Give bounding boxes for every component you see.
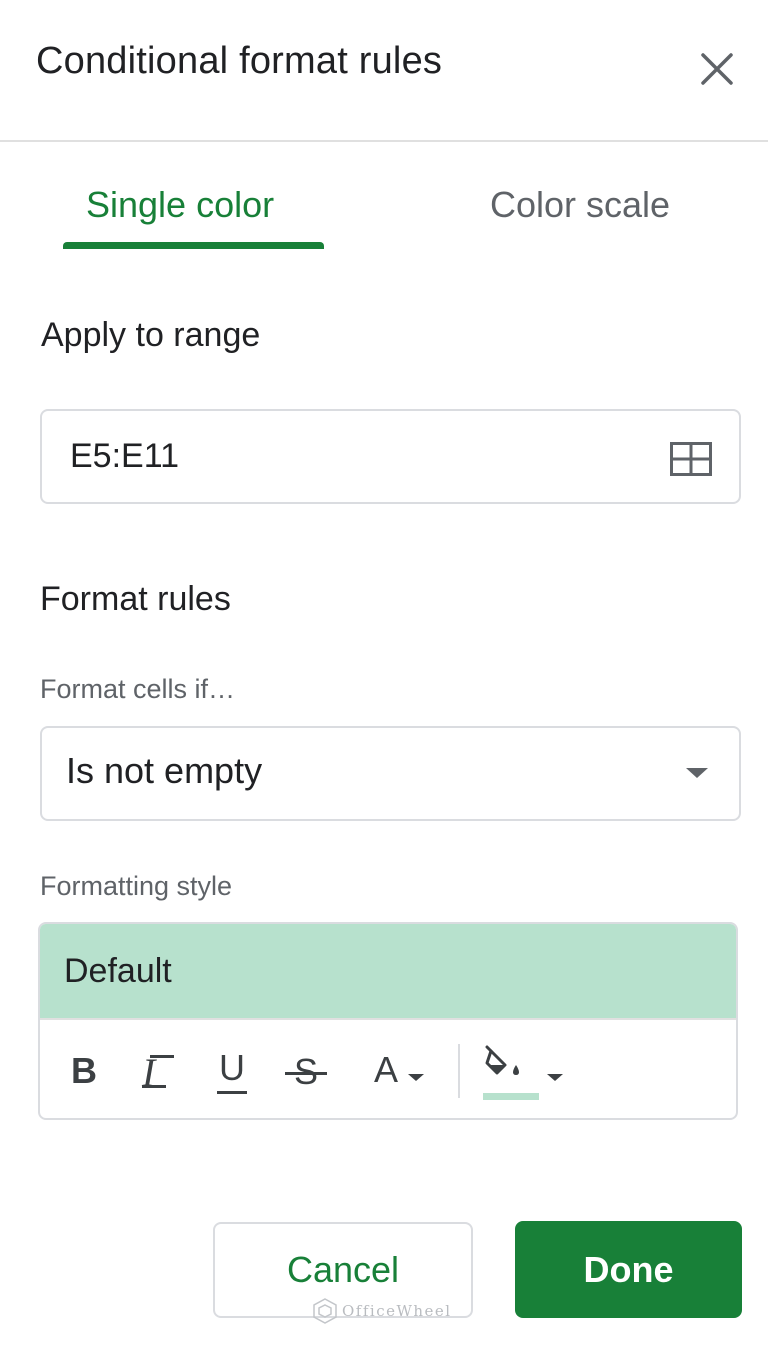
format-cells-if-label: Format cells if… xyxy=(40,674,236,704)
bold-button[interactable]: B xyxy=(58,1046,110,1096)
style-divider xyxy=(40,1018,736,1020)
strikethrough-icon: S xyxy=(284,1054,327,1090)
header-divider xyxy=(0,140,768,142)
text-color-button[interactable]: A xyxy=(358,1042,440,1098)
close-button[interactable] xyxy=(693,45,741,93)
condition-dropdown-value: Is not empty xyxy=(66,750,263,791)
format-rules-title: Format rules xyxy=(40,580,231,618)
formatting-style-box: Default B I U S xyxy=(38,922,738,1120)
panel-title: Conditional format rules xyxy=(36,40,443,82)
close-icon xyxy=(701,53,733,85)
watermark: OfficeWheel xyxy=(312,1298,452,1324)
condition-dropdown[interactable]: Is not empty xyxy=(40,726,741,821)
style-preview[interactable]: Default xyxy=(40,924,736,1020)
bold-icon: B xyxy=(71,1050,97,1091)
underline-icon: U xyxy=(217,1050,247,1094)
tab-single-color[interactable]: Single color xyxy=(86,184,274,226)
italic-button[interactable]: I xyxy=(132,1046,184,1096)
chevron-down-icon xyxy=(686,768,708,778)
italic-icon: I xyxy=(140,1050,176,1095)
strikethrough-button[interactable]: S xyxy=(280,1046,332,1098)
underline-button[interactable]: U xyxy=(206,1044,258,1100)
text-color-icon: A xyxy=(373,1049,398,1090)
active-tab-indicator xyxy=(63,242,324,249)
chevron-down-icon xyxy=(408,1073,424,1081)
paint-bucket-icon xyxy=(483,1043,539,1103)
watermark-text: OfficeWheel xyxy=(342,1302,452,1320)
range-input-value[interactable]: E5:E11 xyxy=(70,437,179,476)
grid-icon[interactable] xyxy=(670,442,712,476)
fill-color-button[interactable] xyxy=(478,1042,568,1104)
toolbar-divider xyxy=(458,1044,460,1098)
style-preview-text: Default xyxy=(64,952,172,990)
formatting-style-label: Formatting style xyxy=(40,871,233,901)
watermark-logo-icon xyxy=(313,1298,337,1324)
done-button[interactable]: Done xyxy=(515,1221,742,1318)
chevron-down-icon xyxy=(547,1073,563,1081)
apply-range-title: Apply to range xyxy=(41,316,261,354)
tab-color-scale[interactable]: Color scale xyxy=(490,184,670,226)
range-input[interactable]: E5:E11 xyxy=(40,409,741,504)
